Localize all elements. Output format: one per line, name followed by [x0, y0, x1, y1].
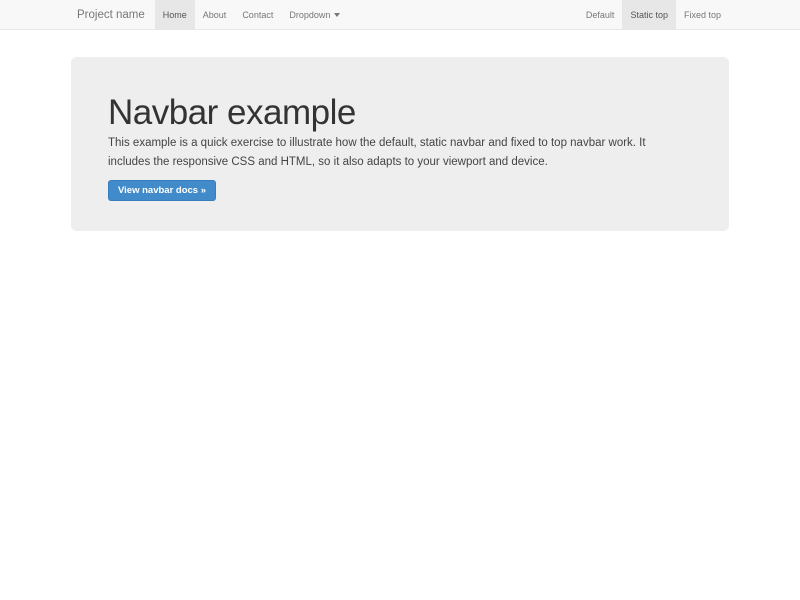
- navbar-container: Project name Home About Contact Dropdown…: [71, 0, 729, 29]
- nav-item-contact[interactable]: Contact: [234, 0, 281, 29]
- dropdown-label: Dropdown: [289, 0, 330, 30]
- nav-item-default[interactable]: Default: [578, 0, 623, 29]
- navbar: Project name Home About Contact Dropdown…: [0, 0, 800, 30]
- view-navbar-docs-button[interactable]: View navbar docs »: [108, 180, 216, 201]
- nav-item-about[interactable]: About: [195, 0, 235, 29]
- caret-down-icon: [334, 13, 340, 17]
- navbar-brand[interactable]: Project name: [71, 0, 155, 29]
- jumbotron: Navbar example This example is a quick e…: [71, 57, 729, 231]
- nav-item-home[interactable]: Home: [155, 0, 195, 29]
- page-title: Navbar example: [108, 93, 692, 132]
- nav-item-fixed-top[interactable]: Fixed top: [676, 0, 729, 29]
- navbar-left-nav: Home About Contact Dropdown: [155, 0, 349, 29]
- main-content: Navbar example This example is a quick e…: [0, 57, 800, 231]
- jumbotron-description: This example is a quick exercise to illu…: [108, 134, 668, 172]
- nav-item-static-top[interactable]: Static top: [622, 0, 676, 29]
- nav-item-dropdown[interactable]: Dropdown: [281, 0, 348, 29]
- navbar-right-nav: Default Static top Fixed top: [578, 0, 729, 29]
